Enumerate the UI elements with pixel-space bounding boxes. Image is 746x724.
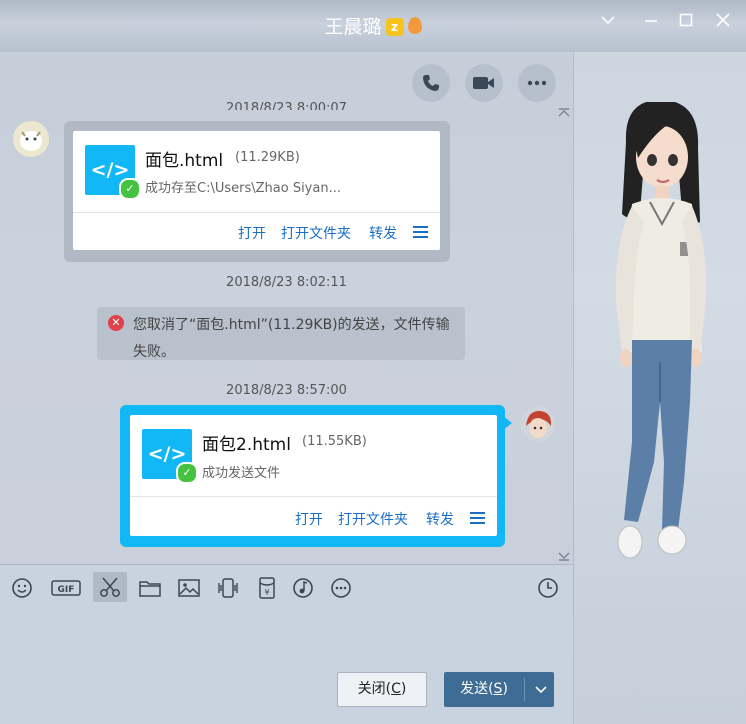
window-title-group: 王晨璐 z <box>0 12 746 39</box>
message-history-button[interactable] <box>535 575 561 601</box>
friend-show-panel <box>574 52 746 724</box>
open-folder-link[interactable]: 打开文件夹 <box>281 223 351 243</box>
maximize-button[interactable] <box>675 12 697 34</box>
red-packet-icon: ¥ <box>259 577 275 599</box>
minimize-button[interactable] <box>640 12 662 34</box>
more-dots-icon <box>527 80 547 86</box>
sent-file-card: </> ✓ 面包2.html (11.55KB) 成功发送文件 打开 打开文件夹… <box>130 415 497 536</box>
music-button[interactable] <box>290 575 316 601</box>
timestamp-2: 2018/8/23 8:02:11 <box>226 275 347 290</box>
emoji-button[interactable] <box>9 575 35 601</box>
screenshot-button[interactable] <box>93 572 127 602</box>
send-button-label-end: ) <box>502 681 508 697</box>
system-message: ✕ 您取消了“面包.html”(11.29KB)的发送，文件传输失败。 <box>97 307 465 360</box>
send-button-split <box>524 678 525 701</box>
scissors-icon <box>100 577 120 597</box>
phone-shake-icon <box>218 578 238 598</box>
self-avatar[interactable] <box>520 406 556 442</box>
file-name[interactable]: 面包2.html <box>202 430 291 455</box>
more-circle-icon <box>331 578 351 598</box>
folder-icon <box>139 581 161 597</box>
video-call-button[interactable] <box>465 64 503 102</box>
character-avatar-illustration <box>615 102 707 559</box>
error-icon: ✕ <box>108 315 124 331</box>
send-button[interactable]: 发送(S) <box>444 672 554 707</box>
voice-call-button[interactable] <box>412 64 450 102</box>
close-button-label-end: ) <box>400 681 407 697</box>
open-file-link[interactable]: 打开 <box>295 509 323 529</box>
send-button-text[interactable]: 发送(S) <box>444 672 524 707</box>
more-options-button[interactable] <box>518 64 556 102</box>
file-status: 成功存至C:\Users\Zhao Siyan... <box>145 181 341 196</box>
success-check-icon: ✓ <box>119 178 141 200</box>
svg-text:¥: ¥ <box>264 588 269 597</box>
received-file-card: </> ✓ 面包.html (11.29KB) 成功存至C:\Users\Zha… <box>73 131 440 250</box>
phone-icon <box>423 75 439 91</box>
music-note-icon <box>293 578 313 598</box>
forward-link[interactable]: 转发 <box>426 509 454 529</box>
smiley-icon <box>12 578 32 598</box>
scroll-down-icon[interactable] <box>558 549 570 565</box>
send-options-dropdown[interactable] <box>528 672 554 707</box>
friend-avatar[interactable] <box>13 121 49 157</box>
success-check-icon: ✓ <box>176 462 198 484</box>
send-file-button[interactable] <box>137 575 163 601</box>
window-title: 王晨璐 <box>324 16 382 38</box>
member-badge-icon: z <box>385 18 404 36</box>
timestamp-1: 2018/8/23 8:00:07 <box>226 101 347 110</box>
card-menu-icon[interactable] <box>470 512 485 525</box>
image-icon <box>178 579 200 597</box>
red-packet-button[interactable]: ¥ <box>254 575 280 601</box>
file-name[interactable]: 面包.html <box>145 146 223 171</box>
clock-icon <box>538 578 558 598</box>
close-shortcut-key: C <box>391 681 401 697</box>
open-folder-link[interactable]: 打开文件夹 <box>338 509 408 529</box>
shake-button[interactable] <box>215 575 241 601</box>
video-camera-icon <box>473 77 494 89</box>
bubble-tail <box>503 416 512 430</box>
system-message-text: 您取消了“面包.html”(11.29KB)的发送，文件传输失败。 <box>133 317 450 360</box>
file-size: (11.29KB) <box>235 150 300 165</box>
send-button-label: 发送( <box>460 681 494 697</box>
close-button-label: 关闭( <box>357 681 392 697</box>
chevron-down-icon <box>535 685 547 693</box>
send-image-button[interactable] <box>176 575 202 601</box>
svg-text:GIF: GIF <box>58 585 75 595</box>
card-divider <box>73 212 440 213</box>
chevron-down-icon[interactable] <box>597 12 619 34</box>
file-status: 成功发送文件 <box>202 466 281 481</box>
gif-button[interactable]: GIF <box>51 575 81 601</box>
card-menu-icon[interactable] <box>413 226 428 239</box>
message-input[interactable] <box>0 605 573 665</box>
close-window-button[interactable] <box>712 12 734 34</box>
file-size: (11.55KB) <box>302 434 367 449</box>
gif-icon: GIF <box>51 580 81 596</box>
toolbar-divider <box>0 564 573 565</box>
open-file-link[interactable]: 打开 <box>238 223 266 243</box>
title-bar: 王晨璐 z <box>0 0 746 52</box>
flame-icon <box>407 17 422 34</box>
card-divider <box>130 496 497 497</box>
forward-link[interactable]: 转发 <box>369 223 397 243</box>
more-tools-button[interactable] <box>328 575 354 601</box>
close-button[interactable]: 关闭(C) <box>337 672 427 707</box>
timestamp-3: 2018/8/23 8:57:00 <box>226 383 347 398</box>
